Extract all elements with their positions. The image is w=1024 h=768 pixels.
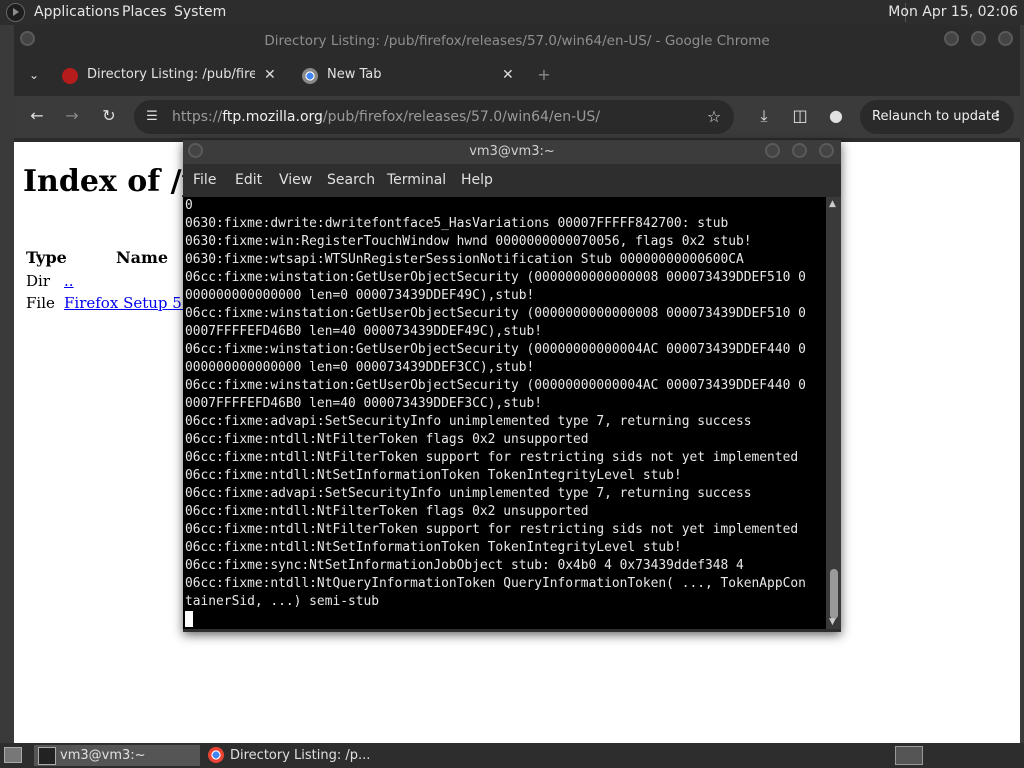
tab-label: Directory Listing: /pub/firefox/releases… [87,67,255,82]
address-bar[interactable]: ☰ https://ftp.mozilla.org/pub/firefox/re… [134,100,734,134]
chrome-icon [208,747,224,763]
url-host: ftp.mozilla.org [222,109,323,125]
places-menu[interactable]: Places [122,4,167,20]
close-window-button[interactable] [819,143,834,158]
terminal-scrollbar[interactable]: ▲ ▼ [826,197,841,629]
tab-directory-listing[interactable]: Directory Listing: /pub/firefox/releases… [62,59,282,91]
show-desktop-icon[interactable] [4,747,22,763]
clock[interactable]: Mon Apr 15, 02:06 [888,4,1018,20]
terminal-icon [38,747,56,765]
taskbar-item-terminal[interactable]: vm3@vm3:~ [34,745,200,766]
forward-arrow-icon[interactable]: → [62,106,82,126]
workspace-switcher-icon[interactable] [895,746,923,765]
close-tab-icon[interactable]: ✕ [264,59,276,91]
parent-dir-link[interactable]: .. [64,272,74,290]
column-header-type: Type [26,248,67,267]
chrome-icon [302,68,318,84]
chrome-window-title: Directory Listing: /pub/firefox/releases… [264,33,770,49]
menu-file[interactable]: File [193,172,216,188]
terminal-output: 0 0630:fixme:dwrite:dwritefontface5_HasV… [185,198,806,609]
reload-icon[interactable]: ↻ [99,106,119,126]
row-type: File [26,294,55,312]
site-info-icon[interactable]: ☰ [142,107,162,127]
relaunch-label: Relaunch to update [872,109,1000,124]
scroll-up-icon[interactable]: ▲ [829,199,836,209]
system-menu[interactable]: System [174,4,226,20]
taskbar-label: Directory Listing: /p... [230,748,371,763]
minimize-button[interactable] [765,143,780,158]
url-scheme: https:// [172,109,223,125]
download-icon[interactable]: ⤓ [754,106,774,126]
close-window-button[interactable] [998,31,1013,46]
terminal-menubar: File Edit View Search Terminal Help [183,164,841,196]
window-menu-button[interactable] [188,143,203,158]
bottom-panel: vm3@vm3:~ Directory Listing: /p... [0,743,1024,768]
tab-strip: ⌄ Directory Listing: /pub/firefox/releas… [14,59,1020,91]
applications-menu[interactable]: Applications [34,4,120,20]
column-header-name[interactable]: Name [116,248,168,267]
tab-new-tab[interactable]: New Tab ✕ [302,59,518,91]
menu-edit[interactable]: Edit [235,172,262,188]
new-tab-plus-icon[interactable]: + [534,65,554,85]
terminal-title: vm3@vm3:~ [183,140,841,164]
kebab-menu-icon[interactable]: ⋮ [991,100,1004,134]
row-type: Dir [26,272,50,290]
profile-avatar-icon[interactable]: ● [826,106,846,126]
back-arrow-icon[interactable]: ← [27,106,47,126]
maximize-button[interactable] [971,31,986,46]
side-panel-icon[interactable]: ◫ [790,106,810,126]
scrollbar-thumb[interactable] [830,569,838,619]
tab-label: New Tab [327,67,382,82]
maximize-button[interactable] [792,143,807,158]
top-panel: Applications Places System Mon Apr 15, 0… [0,0,1024,25]
url-path: /pub/firefox/releases/57.0/win64/en-US/ [322,109,601,125]
distro-logo-icon[interactable] [6,3,25,22]
menu-view[interactable]: View [279,172,312,188]
bookmark-star-icon[interactable]: ☆ [704,107,724,127]
url-text[interactable]: https://ftp.mozilla.org/pub/firefox/rele… [172,109,600,125]
relaunch-button[interactable]: Relaunch to update ⋮ [860,100,1014,134]
terminal-body[interactable]: 0 0630:fixme:dwrite:dwritefontface5_HasV… [183,197,826,629]
chrome-toolbar: ← → ↻ ☰ https://ftp.mozilla.org/pub/fire… [14,96,1020,138]
minimize-button[interactable] [944,31,959,46]
scroll-down-icon[interactable]: ▼ [829,617,836,627]
menu-help[interactable]: Help [461,172,493,188]
terminal-cursor [185,611,193,627]
tab-search-chevron-icon[interactable]: ⌄ [24,65,44,85]
taskbar-item-chrome[interactable]: Directory Listing: /p... [204,745,394,766]
mozilla-favicon-icon [62,68,78,84]
menu-search[interactable]: Search [327,172,375,188]
terminal-window: vm3@vm3:~ File Edit View Search Terminal… [183,140,841,632]
close-tab-icon[interactable]: ✕ [502,59,514,91]
taskbar-label: vm3@vm3:~ [60,748,146,763]
menu-terminal[interactable]: Terminal [387,172,446,188]
